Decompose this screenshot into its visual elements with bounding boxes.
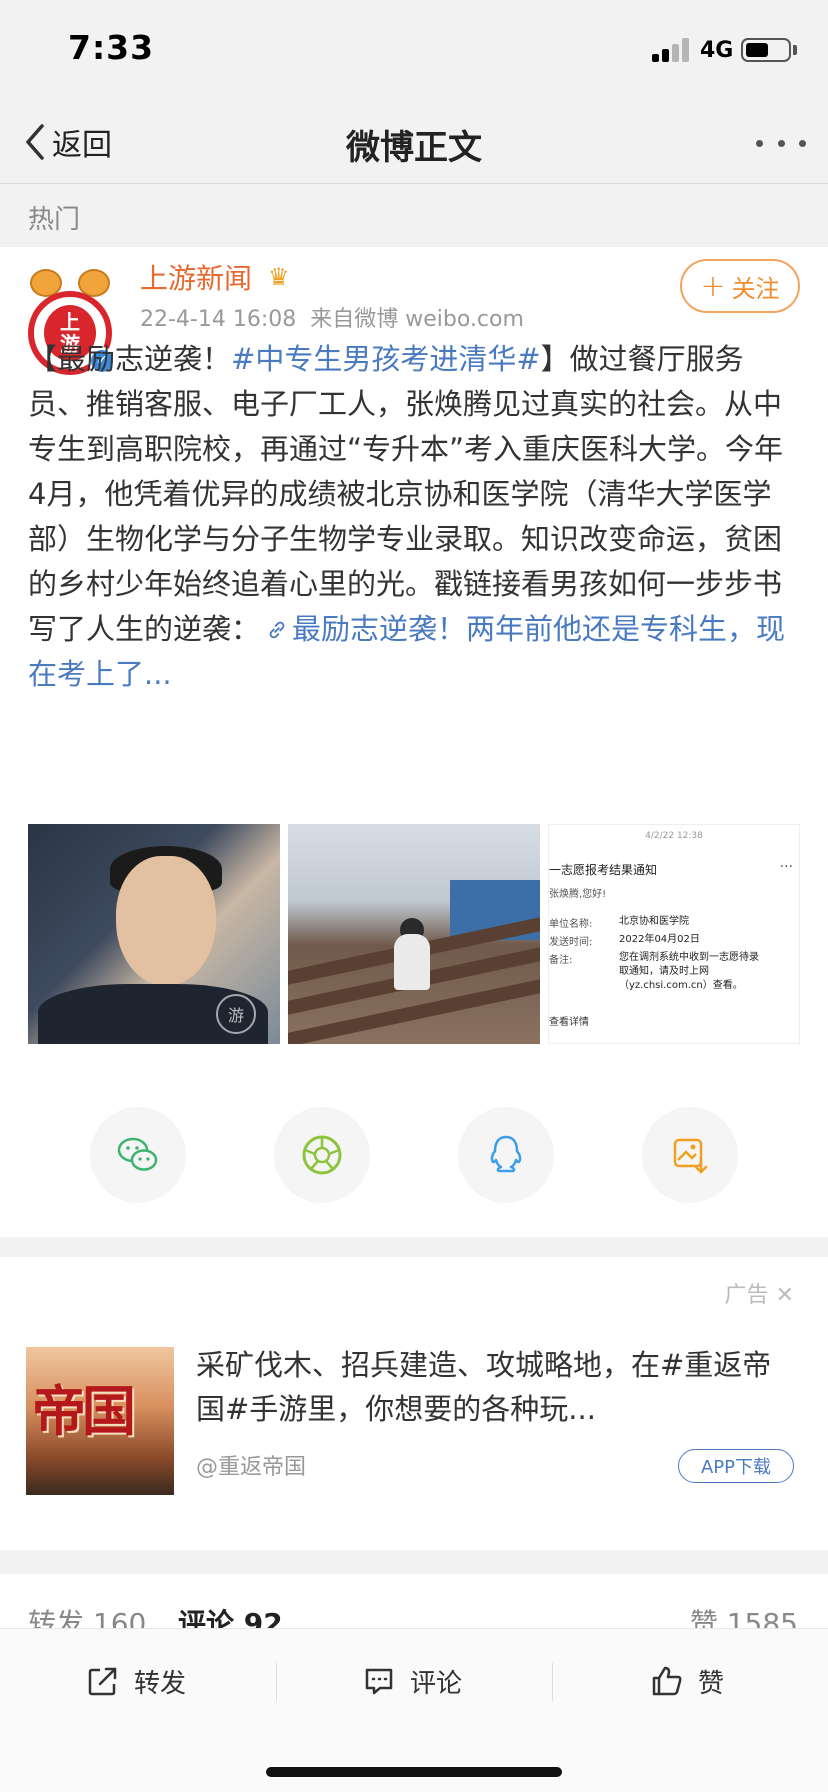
share-wechat-button[interactable]	[90, 1107, 186, 1203]
post-text: 【最励志逆袭！#中专生男孩考进清华#】做过餐厅服务员、推销客服、电子厂工人，张焕…	[28, 337, 800, 697]
hot-section-header: 热门	[0, 185, 828, 247]
notice-more-icon: ···	[779, 859, 793, 875]
bottom-toolbar: 转发 评论 赞	[0, 1628, 828, 1792]
qq-icon	[490, 1135, 522, 1173]
post-meta: 22-4-14 16:08 来自微博 weibo.com	[140, 301, 524, 333]
follow-button[interactable]: + 关注	[680, 259, 800, 313]
comment-label: 评论	[410, 1668, 463, 1699]
ad-card: 广告 ✕ 帝国 采矿伐木、招兵建造、攻城略地，在#重返帝国#手游里，你想要的各种…	[0, 1257, 828, 1550]
more-dot-icon	[799, 139, 806, 147]
crown-icon: ♛	[268, 263, 290, 291]
moments-icon	[302, 1135, 342, 1175]
wechat-icon	[117, 1137, 158, 1171]
hashtag-link[interactable]: #中专生男孩考进清华#	[231, 342, 541, 376]
photo-student	[394, 934, 430, 990]
comment-button[interactable]: 评论	[362, 1655, 462, 1707]
photo-notice[interactable]: 4/2/22 12:38 一志愿报考结果通知 ··· 张焕腾,您好! 单位名称:…	[548, 824, 800, 1044]
notice-unit-value: 北京协和医学院	[619, 916, 689, 927]
avatar-text-1: 上	[60, 310, 80, 334]
post-text-open: 【最励志逆袭！	[28, 342, 232, 376]
status-bar: 7:33 4G	[0, 0, 828, 100]
ad-image-text: 帝国	[32, 1380, 136, 1443]
notice-timestamp: 4/2/22 12:38	[645, 831, 703, 841]
photo-grid: 游 4/2/22 12:38 一志愿报考结果通知 ··· 张焕腾,您好! 单位名…	[28, 824, 800, 1044]
ad-image[interactable]: 帝国	[26, 1347, 174, 1495]
signal-icon	[652, 38, 692, 62]
post-card: 上 游 ✓ 上游新闻 ♛ 22-4-14 16:08 来自微博 weibo.co…	[0, 247, 828, 1237]
repost-icon	[88, 1667, 117, 1696]
ad-text[interactable]: 采矿伐木、招兵建造、攻城略地，在#重返帝国#手游里，你想要的各种玩...	[196, 1343, 796, 1431]
photo-classroom[interactable]	[288, 824, 540, 1044]
notice-header: 一志愿报考结果通知	[549, 863, 658, 877]
save-image-icon	[673, 1138, 708, 1174]
more-options-button[interactable]	[756, 136, 806, 150]
ad-label-text: 广告	[724, 1283, 769, 1308]
repost-label: 转发	[134, 1668, 187, 1699]
plus-icon: +	[700, 268, 726, 304]
home-indicator	[266, 1767, 562, 1777]
notice-note-value: 您在调剂系统中收到一志愿待录取通知，请及时上网（yz.chsi.com.cn）查…	[619, 952, 759, 991]
battery-tip	[793, 45, 797, 55]
save-image-button[interactable]	[642, 1107, 738, 1203]
thumbs-up-icon	[652, 1666, 682, 1696]
post-date: 22-4-14 16:08	[140, 307, 297, 332]
comment-icon	[365, 1668, 393, 1695]
link-icon	[269, 621, 285, 639]
post-text-body: 】做过餐厅服务员、推销客服、电子厂工人，张焕腾见过真实的社会。从中专生到高职院校…	[28, 342, 784, 646]
notice-detail: 查看详情	[549, 1017, 589, 1028]
toolbar-divider	[552, 1663, 553, 1701]
share-moments-button[interactable]	[274, 1107, 370, 1203]
watermark-icon: 游	[216, 994, 256, 1034]
notice-greeting: 张焕腾,您好!	[549, 889, 607, 900]
notice-sent-value: 2022年04月02日	[619, 934, 700, 945]
network-type: 4G	[700, 38, 734, 63]
hot-label: 热门	[28, 205, 81, 235]
notice-note-label: 备注:	[549, 955, 573, 966]
share-qq-button[interactable]	[458, 1107, 554, 1203]
like-button[interactable]: 赞	[650, 1655, 724, 1707]
notice-unit-label: 单位名称:	[549, 919, 593, 930]
photo-face	[116, 856, 216, 986]
share-row	[0, 1107, 828, 1203]
more-dot-icon	[756, 139, 763, 147]
close-icon: ✕	[775, 1283, 794, 1308]
ad-label[interactable]: 广告 ✕	[725, 1277, 794, 1309]
more-dot-icon	[777, 139, 785, 147]
toolbar-divider	[276, 1663, 277, 1701]
ad-source[interactable]: @重返帝国	[196, 1449, 306, 1481]
nav-bar: 返回 微博正文	[0, 100, 828, 184]
repost-button[interactable]: 转发	[86, 1655, 186, 1707]
author-name[interactable]: 上游新闻	[140, 257, 252, 297]
follow-label: 关注	[731, 274, 780, 303]
app-download-button[interactable]: APP下载	[678, 1449, 794, 1483]
status-time: 7:33	[68, 28, 155, 67]
notice-sent-label: 发送时间:	[549, 937, 593, 948]
battery-icon	[741, 38, 791, 62]
like-label: 赞	[698, 1668, 725, 1699]
photo-portrait[interactable]: 游	[28, 824, 280, 1044]
post-source: 来自微博 weibo.com	[310, 307, 524, 332]
page-title: 微博正文	[346, 128, 482, 168]
